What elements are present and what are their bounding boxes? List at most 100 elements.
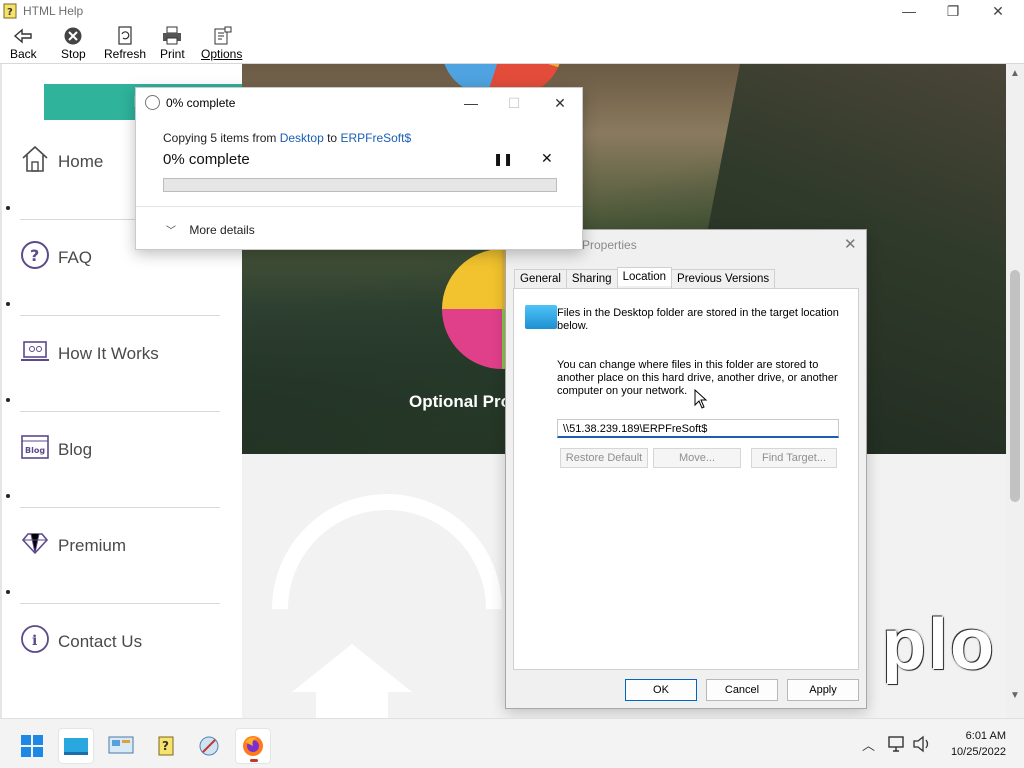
volume-icon[interactable] [912,735,932,753]
taskbar-html-help[interactable]: ? [148,728,184,764]
copy-dialog-title: 0% complete [166,96,236,110]
copy-progress-dialog: 0% complete — ☐ ✕ Copying 5 items from D… [135,87,583,250]
properties-tabs: General Sharing Location Previous Versio… [514,267,776,288]
maximize-icon: ❐ [946,2,960,19]
minimize-icon: — [464,95,478,111]
bullet-dot [6,206,10,210]
svg-text:Blog: Blog [25,446,45,455]
refresh-button[interactable]: Refresh [104,26,146,62]
tab-previous-versions[interactable]: Previous Versions [671,269,776,288]
close-icon: ✕ [992,2,1004,19]
copy-maximize-button: ☐ [491,90,537,116]
destination-link[interactable]: ERPFreSoft$ [340,131,411,145]
scroll-down-icon[interactable]: ▼ [1010,690,1020,701]
svg-text:?: ? [30,246,39,265]
taskbar-desktop-folder[interactable] [58,728,94,764]
help-app-icon: ? [158,736,174,756]
hero-caption: Optional Pro [409,392,511,411]
help-app-icon: ? [3,3,17,19]
cancel-copy-icon[interactable]: ✕ [541,150,553,167]
maximize-icon: ☐ [507,94,521,111]
restore-default-button[interactable]: Restore Default [560,448,648,468]
blog-icon: Blog [21,435,49,459]
info-icon: i [21,625,49,653]
sidebar-item-premium[interactable]: Premium [6,508,220,604]
sidebar-item-label: Home [58,152,104,171]
help-toolbar: Back Stop Refresh Print Options [0,22,1024,64]
tab-sharing[interactable]: Sharing [565,269,618,288]
sidebar-item-label: Blog [58,440,93,459]
scroll-up-icon[interactable]: ▲ [1010,68,1020,79]
running-indicator [250,759,258,762]
chevron-down-icon: ﹀ [166,226,176,237]
minimize-button[interactable]: — [886,0,932,22]
sidebar-item-how-it-works[interactable]: How It Works [6,316,220,412]
move-button[interactable]: Move... [653,448,741,468]
printer-icon [163,26,182,45]
tray-overflow-icon[interactable]: ︿ [862,735,875,754]
tab-general[interactable]: General [514,269,567,288]
svg-text:i: i [32,633,37,649]
print-button[interactable]: Print [160,26,185,62]
properties-title: Properties [582,238,637,252]
svg-text:?: ? [162,739,169,753]
close-icon: ✕ [554,94,566,111]
folder-icon [525,305,557,329]
bullet-dot [6,494,10,498]
find-target-button[interactable]: Find Target... [751,448,837,468]
maximize-button[interactable]: ❐ [930,0,976,22]
system-clock[interactable]: 6:01 AM 10/25/2022 [940,728,1006,760]
clock-time: 6:01 AM [965,730,1006,742]
divider [136,206,582,207]
more-details-toggle[interactable]: ﹀ More details [166,222,255,237]
vertical-scrollbar[interactable]: ▲ ▼ [1006,64,1024,718]
tab-location[interactable]: Location [616,267,673,286]
laptop-icon [21,341,49,361]
sidebar-item-contact-us[interactable]: i Contact Us [20,604,220,700]
copy-status-line: Copying 5 items from Desktop to ERPFreSo… [163,131,411,145]
tool-app-icon [199,736,219,756]
question-icon: ? [21,241,49,269]
options-label: Options [201,47,243,61]
clock-icon [145,95,160,110]
stop-label: Stop [61,47,86,61]
properties-close-icon[interactable]: ✕ [844,235,857,253]
print-label: Print [160,47,185,61]
stop-button[interactable]: Stop [61,26,86,62]
ok-button[interactable]: OK [625,679,697,701]
brand-text: plo [882,605,996,685]
bullet-dot [6,302,10,306]
desktop: ? HTML Help — ❐ ✕ Back Stop Refresh Prin… [0,0,1024,768]
options-button[interactable]: Options [201,26,242,62]
svg-text:?: ? [7,7,13,18]
back-arrow-icon [14,28,33,44]
taskbar-tool-app[interactable] [191,728,227,764]
copy-close-button[interactable]: ✕ [537,90,583,116]
sidebar-item-label: How It Works [58,344,159,363]
pause-icon[interactable]: ❚❚ [493,152,513,166]
stop-icon [64,27,82,45]
network-icon[interactable] [887,735,907,753]
back-button[interactable]: Back [10,26,37,62]
help-window-titlebar: ? HTML Help — ❐ ✕ [0,0,1024,22]
clock-date: 10/25/2022 [950,746,1006,758]
apply-button[interactable]: Apply [787,679,859,701]
control-panel-icon [108,736,134,754]
sidebar-item-blog[interactable]: Blog Blog [6,412,220,508]
taskbar-control-panel[interactable] [103,728,139,764]
copy-minimize-button[interactable]: — [448,90,494,116]
source-link[interactable]: Desktop [280,131,324,145]
target-path-input[interactable]: \\51.38.239.189\ERPFreSoft$ [557,419,839,438]
taskbar-firefox[interactable] [235,728,271,764]
close-button[interactable]: ✕ [975,0,1021,22]
desktop-folder-icon [64,738,88,755]
copy-prefix: Copying 5 items from [163,131,277,145]
scrollbar-thumb[interactable] [1010,270,1020,502]
sidebar-item-label: FAQ [58,248,93,267]
start-button[interactable] [14,728,50,764]
taskbar: ? ︿ 6:01 AM 10/25/2022 [0,718,1024,768]
sidebar-item-label: Premium [58,536,127,555]
mouse-cursor-icon [694,389,708,409]
bullet-dot [6,590,10,594]
cancel-button[interactable]: Cancel [706,679,778,701]
